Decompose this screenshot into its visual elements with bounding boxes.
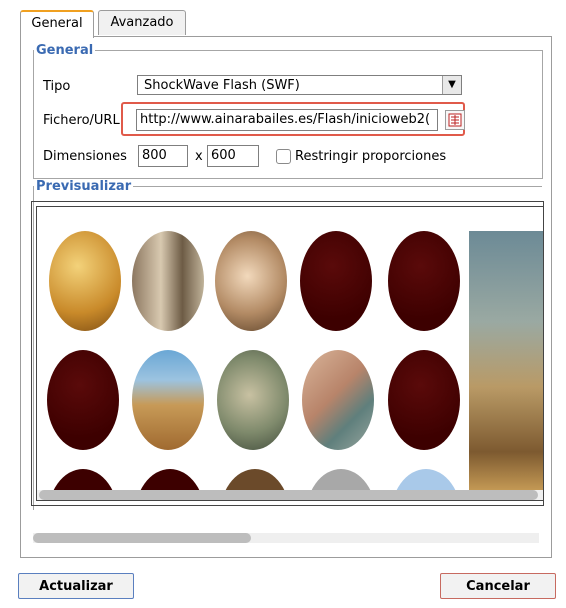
cancelar-button[interactable]: Cancelar xyxy=(440,573,556,599)
tipo-select-value: ShockWave Flash (SWF) xyxy=(144,78,300,93)
chevron-down-icon[interactable]: ▼ xyxy=(442,76,461,94)
restringir-label: Restringir proporciones xyxy=(295,149,447,164)
restringir-checkbox[interactable] xyxy=(276,149,291,164)
tipo-label: Tipo xyxy=(43,79,71,94)
oval-dark xyxy=(300,231,372,331)
preview-hscroll-thumb[interactable] xyxy=(39,490,538,500)
photo-strip xyxy=(469,231,543,491)
oval-dark xyxy=(388,350,460,450)
url-input[interactable]: http://www.ainarabailes.es/Flash/iniciow… xyxy=(136,109,438,131)
oval-image xyxy=(132,231,204,331)
oval-dark xyxy=(47,350,119,450)
fichero-label: Fichero/URL xyxy=(43,113,120,128)
flash-preview-frame xyxy=(31,201,544,506)
oval-image xyxy=(302,350,374,450)
oval-dark xyxy=(388,231,460,331)
actualizar-button[interactable]: Actualizar xyxy=(18,573,134,599)
width-input[interactable]: 800 xyxy=(138,145,188,167)
tab-avanzado[interactable]: Avanzado xyxy=(98,10,186,35)
dimension-x-label: x xyxy=(195,149,203,164)
oval-image xyxy=(215,231,287,331)
flash-preview-content xyxy=(36,206,543,501)
dialog-panel: General Tipo ShockWave Flash (SWF) ▼ Fic… xyxy=(20,36,552,558)
preview-legend: Previsualizar xyxy=(36,179,132,194)
tipo-select[interactable]: ShockWave Flash (SWF) ▼ xyxy=(137,75,462,95)
dimensiones-label: Dimensiones xyxy=(43,149,127,164)
tab-general[interactable]: General xyxy=(20,10,94,38)
height-input[interactable]: 600 xyxy=(207,145,259,167)
oval-image xyxy=(49,231,121,331)
oval-image xyxy=(217,350,289,450)
file-browser-icon xyxy=(448,113,462,127)
dialog-hscroll-thumb[interactable] xyxy=(33,533,251,543)
oval-image xyxy=(132,350,204,450)
general-legend: General xyxy=(36,43,94,58)
browse-icon[interactable] xyxy=(445,110,465,130)
